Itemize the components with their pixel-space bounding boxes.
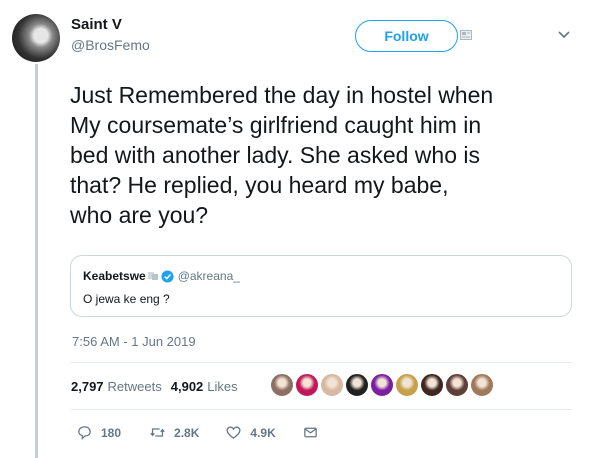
quoted-author-name: Keabetswe <box>83 269 146 283</box>
tweet-line: My coursemate’s girlfriend caught him in <box>70 112 482 138</box>
author-handle[interactable]: @BrosFemo <box>71 37 150 53</box>
retweets-label[interactable]: Retweets <box>108 379 162 394</box>
quoted-tweet-text: O jewa ke eng ? <box>83 292 170 306</box>
reply-button[interactable]: 180 <box>76 424 121 441</box>
thread-line <box>35 64 38 458</box>
tweet-line: that? He replied, you heard my babe, <box>70 172 449 198</box>
divider <box>70 362 572 363</box>
follow-button[interactable]: Follow <box>355 20 458 52</box>
tweet-line: who are you? <box>70 202 209 228</box>
tweet-line: Just Remembered the day in hostel when <box>70 82 494 108</box>
retweets-count[interactable]: 2,797 <box>71 379 104 394</box>
tweet-stats: 2,797 Retweets 4,902 Likes <box>71 379 238 394</box>
liker-avatar[interactable] <box>420 373 444 397</box>
reply-count: 180 <box>101 425 122 440</box>
like-icon <box>226 426 241 439</box>
quoted-tweet[interactable]: Keabetswe @akreana_ O jewa ke eng ? <box>70 255 572 317</box>
retweet-count: 2.8K <box>174 425 200 440</box>
liker-avatar[interactable] <box>295 373 319 397</box>
liker-avatar[interactable] <box>395 373 419 397</box>
quoted-tweet-header: Keabetswe @akreana_ <box>83 269 240 283</box>
reply-icon <box>78 426 91 441</box>
likes-label[interactable]: Likes <box>207 379 237 394</box>
author-name[interactable]: Saint V <box>71 16 122 33</box>
quoted-author-handle: @akreana_ <box>177 269 240 283</box>
emoji-icon <box>147 272 158 280</box>
dm-icon <box>303 427 317 438</box>
tweet-timestamp[interactable]: 7:56 AM - 1 Jun 2019 <box>72 334 196 349</box>
liker-avatar[interactable] <box>345 373 369 397</box>
liker-avatar[interactable] <box>270 373 294 397</box>
direct-message-button[interactable] <box>302 424 319 441</box>
liker-avatar[interactable] <box>370 373 394 397</box>
divider <box>70 409 572 410</box>
like-count: 4.9K <box>250 425 276 440</box>
liker-avatars <box>270 373 495 397</box>
likes-count[interactable]: 4,902 <box>171 379 204 394</box>
verified-icon <box>161 269 174 283</box>
retweet-button[interactable]: 2.8K <box>149 424 199 441</box>
liker-avatar[interactable] <box>445 373 469 397</box>
avatar[interactable] <box>12 14 60 62</box>
action-bar: 180 2.8K 4.9K <box>76 424 319 441</box>
liker-avatar[interactable] <box>320 373 344 397</box>
tweet-text: Just Remembered the day in hostel when M… <box>70 80 582 230</box>
card-badge-icon <box>460 30 472 40</box>
tweet-line: bed with another lady. She asked who is <box>70 142 480 168</box>
chevron-down-icon[interactable] <box>557 30 571 40</box>
retweet-icon <box>150 428 165 437</box>
like-button[interactable]: 4.9K <box>225 424 276 441</box>
liker-avatar[interactable] <box>470 373 494 397</box>
